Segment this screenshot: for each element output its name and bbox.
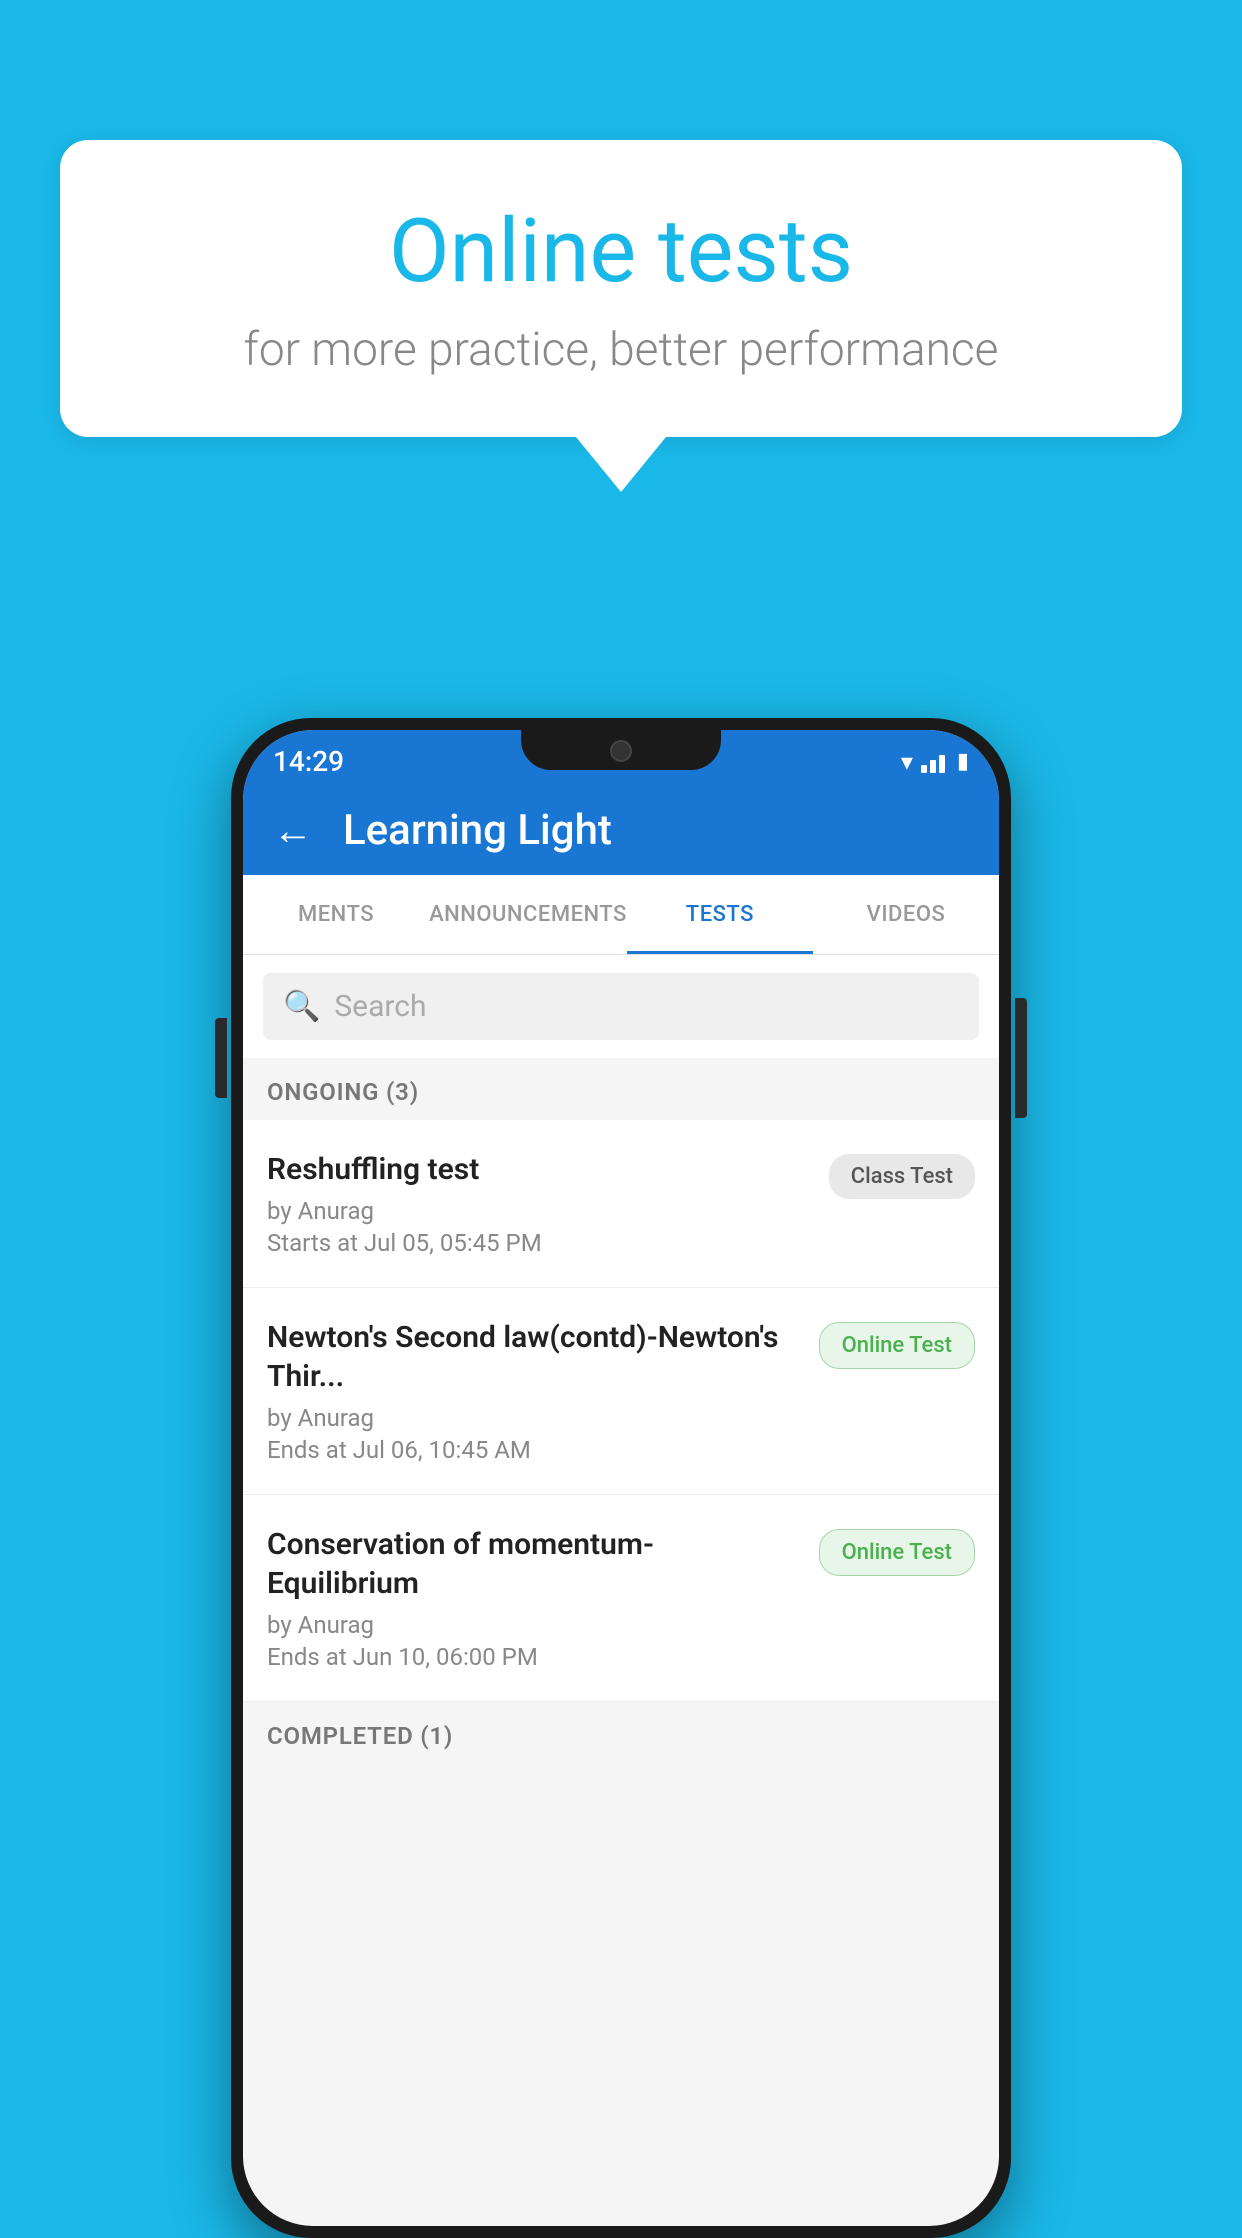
test-date-1: Starts at Jul 05, 05:45 PM bbox=[267, 1229, 809, 1257]
test-name-1: Reshuffling test bbox=[267, 1150, 809, 1189]
wifi-icon: ▾ bbox=[901, 748, 913, 776]
status-icons: ▾ ▮ bbox=[901, 748, 969, 776]
app-header: ← Learning Light bbox=[243, 785, 999, 875]
signal-bars bbox=[921, 751, 945, 773]
speech-bubble-subtitle: for more practice, better performance bbox=[140, 323, 1102, 377]
phone-notch bbox=[521, 730, 721, 770]
ongoing-section-header: ONGOING (3) bbox=[243, 1058, 999, 1120]
test-info-2: Newton's Second law(contd)-Newton's Thir… bbox=[267, 1318, 799, 1464]
tab-announcements[interactable]: ANNOUNCEMENTS bbox=[429, 875, 627, 954]
completed-section-header: COMPLETED (1) bbox=[243, 1702, 999, 1764]
status-time: 14:29 bbox=[273, 745, 344, 778]
phone-side-left-button bbox=[215, 1018, 227, 1098]
speech-bubble-container: Online tests for more practice, better p… bbox=[60, 140, 1182, 492]
completed-section-title: COMPLETED (1) bbox=[267, 1722, 975, 1750]
speech-bubble: Online tests for more practice, better p… bbox=[60, 140, 1182, 437]
speech-bubble-title: Online tests bbox=[140, 200, 1102, 303]
test-by-2: by Anurag bbox=[267, 1404, 799, 1432]
search-input[interactable]: Search bbox=[334, 989, 426, 1024]
app-title: Learning Light bbox=[343, 806, 612, 855]
phone-side-right-button bbox=[1015, 998, 1027, 1118]
front-camera bbox=[610, 740, 632, 762]
speech-bubble-pointer bbox=[576, 437, 666, 492]
test-by-1: by Anurag bbox=[267, 1197, 809, 1225]
test-date-2: Ends at Jul 06, 10:45 AM bbox=[267, 1436, 799, 1464]
test-name-2: Newton's Second law(contd)-Newton's Thir… bbox=[267, 1318, 799, 1396]
test-badge-3: Online Test bbox=[819, 1529, 975, 1576]
phone-screen: 14:29 ▾ ▮ ← Learning Light MENTS ANNOU bbox=[243, 730, 999, 2226]
tab-bar: MENTS ANNOUNCEMENTS TESTS VIDEOS bbox=[243, 875, 999, 955]
test-by-3: by Anurag bbox=[267, 1611, 799, 1639]
test-item-newtons[interactable]: Newton's Second law(contd)-Newton's Thir… bbox=[243, 1288, 999, 1495]
search-container: 🔍 Search bbox=[243, 955, 999, 1058]
tab-tests[interactable]: TESTS bbox=[627, 875, 813, 954]
test-name-3: Conservation of momentum-Equilibrium bbox=[267, 1525, 799, 1603]
test-list: Reshuffling test by Anurag Starts at Jul… bbox=[243, 1120, 999, 1702]
test-date-3: Ends at Jun 10, 06:00 PM bbox=[267, 1643, 799, 1671]
test-item-reshuffling[interactable]: Reshuffling test by Anurag Starts at Jul… bbox=[243, 1120, 999, 1288]
back-button[interactable]: ← bbox=[273, 807, 313, 854]
search-icon: 🔍 bbox=[283, 989, 320, 1024]
test-info-3: Conservation of momentum-Equilibrium by … bbox=[267, 1525, 799, 1671]
test-item-conservation[interactable]: Conservation of momentum-Equilibrium by … bbox=[243, 1495, 999, 1702]
test-badge-1: Class Test bbox=[829, 1154, 975, 1199]
tab-videos[interactable]: VIDEOS bbox=[813, 875, 999, 954]
battery-icon: ▮ bbox=[957, 749, 969, 774]
ongoing-section-title: ONGOING (3) bbox=[267, 1078, 975, 1106]
tab-ments[interactable]: MENTS bbox=[243, 875, 429, 954]
search-bar[interactable]: 🔍 Search bbox=[263, 973, 979, 1040]
test-info-1: Reshuffling test by Anurag Starts at Jul… bbox=[267, 1150, 809, 1257]
test-badge-2: Online Test bbox=[819, 1322, 975, 1369]
phone-frame: 14:29 ▾ ▮ ← Learning Light MENTS ANNOU bbox=[231, 718, 1011, 2238]
